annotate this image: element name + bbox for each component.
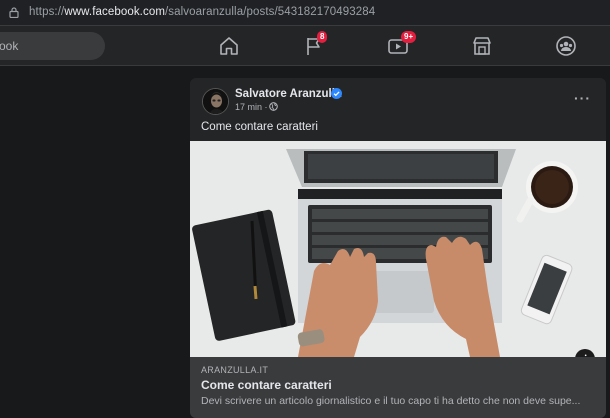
search-placeholder: ook — [0, 39, 19, 53]
address-bar[interactable]: https://www.facebook.com/salvoaranzulla/… — [0, 0, 610, 26]
url-prefix: https:// — [29, 6, 65, 18]
url-path: /salvoaranzulla/posts/543182170493284 — [165, 6, 376, 18]
avatar[interactable] — [202, 88, 229, 115]
groups-icon[interactable] — [555, 35, 577, 57]
post-caption: Come contare caratteri — [201, 121, 318, 133]
url-text[interactable]: https://www.facebook.com/salvoaranzulla/… — [29, 6, 375, 18]
post-time[interactable]: 17 min · — [235, 102, 268, 112]
author-photo — [203, 89, 228, 114]
link-title: Come contare caratteri — [201, 378, 332, 392]
verified-badge-icon — [331, 88, 342, 99]
post-time-text: 17 min — [235, 102, 263, 112]
link-description: Devi scrivere un articolo giornalistico … — [201, 395, 581, 407]
left-sidebar — [0, 67, 182, 414]
search-input[interactable]: ook — [0, 32, 105, 60]
notifications-badge: 8 — [317, 31, 328, 43]
link-preview[interactable]: ARANZULLA.IT Come contare caratteri Devi… — [190, 357, 606, 418]
home-icon[interactable] — [218, 35, 240, 57]
url-domain: www.facebook.com — [64, 6, 165, 18]
video-badge: 9+ — [401, 31, 417, 43]
laptop-photo — [190, 141, 606, 357]
post-image[interactable] — [190, 141, 606, 357]
link-domain: ARANZULLA.IT — [201, 365, 269, 375]
meta-separator: · — [264, 102, 268, 112]
lock-icon — [9, 7, 19, 18]
top-navigation: ook 8 9+ — [0, 26, 610, 66]
post-card: Salvatore Aranzulla 17 min · ··· Come co… — [190, 78, 606, 418]
globe-icon — [269, 102, 278, 111]
author-name[interactable]: Salvatore Aranzulla — [235, 88, 341, 100]
more-options-button[interactable]: ··· — [574, 90, 591, 106]
marketplace-icon[interactable] — [471, 35, 493, 57]
